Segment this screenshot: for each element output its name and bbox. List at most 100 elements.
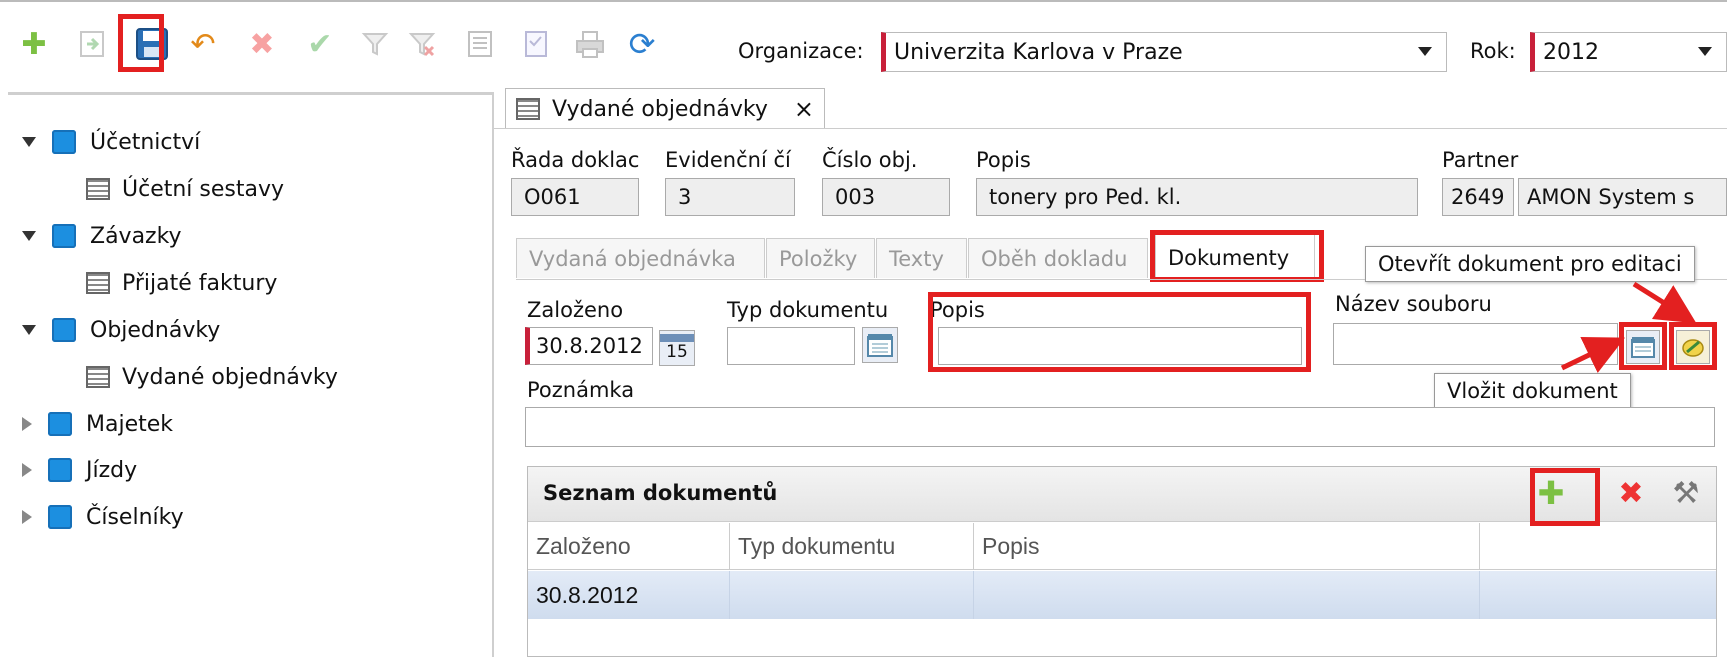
poznamka-label: Poznámka [527,378,635,402]
collapsed-arrow-icon[interactable] [22,510,32,524]
report-icon [86,178,110,200]
calendar-day: 15 [666,342,688,362]
clear-filter-icon[interactable] [402,24,442,64]
navigation-tree: Účetnictví Účetní sestavy Závazky Přijat… [8,92,494,657]
partner-label: Partner [1442,148,1519,172]
cell-popis [974,571,1480,619]
org-label: Organizace: [738,39,864,63]
tree-item-vydane-objednavky[interactable]: Vydané objednávky [86,360,338,394]
add-icon[interactable]: ✚ [14,24,54,64]
chevron-down-icon [1418,47,1432,56]
tree-item-ucetnictvi[interactable]: Účetnictví [22,125,200,159]
delete-document-icon[interactable]: ✖ [1613,475,1649,511]
import-icon[interactable] [72,24,112,64]
tree-item-ucetni-sestavy[interactable]: Účetní sestavy [86,172,284,206]
close-icon[interactable]: × [794,95,814,123]
folder-icon [52,318,76,342]
column-header-popis[interactable]: Popis [974,523,1480,569]
org-value: Univerzita Karlova v Praze [894,39,1183,65]
tree-item-jizdy[interactable]: Jízdy [22,453,137,487]
tree-item-label: Účetní sestavy [122,176,285,202]
tree-item-ciselniky[interactable]: Číselníky [22,500,184,534]
refresh-icon[interactable]: ⟳ [622,24,662,64]
evid-field[interactable]: 3 [665,178,795,216]
save-highlight [118,14,164,72]
folder-icon [48,505,72,529]
tree-item-prijate-faktury[interactable]: Přijaté faktury [86,266,277,300]
nazev-label: Název souboru [1335,292,1492,316]
organization-select[interactable]: Univerzita Karlova v Praze [881,32,1447,72]
tree-item-label: Číselníky [86,504,184,530]
toolbar: ✚ ↶ ✖ ✔ ⟳ Organizace: Univerzita Karlova… [0,0,1727,90]
delete-icon[interactable]: ✖ [242,24,282,64]
expanded-arrow-icon[interactable] [22,325,36,335]
print-icon[interactable] [570,24,610,64]
folder-icon [48,458,72,482]
cell-zalozeno: 30.8.2012 [528,571,730,619]
poznamka-field[interactable] [525,407,1715,447]
evid-label: Evidenční čí [665,148,791,172]
cislo-label: Číslo obj. [822,148,918,172]
tree-item-majetek[interactable]: Majetek [22,407,173,441]
tree-item-label: Majetek [86,411,174,437]
calendar-header [660,334,694,342]
cell-typ [730,571,974,619]
typ-field[interactable] [727,327,855,365]
tree-item-label: Vydané objednávky [122,364,338,390]
confirm-icon[interactable]: ✔ [300,24,340,64]
filter-icon[interactable] [355,24,395,64]
column-header-typ[interactable]: Typ dokumentu [730,523,974,569]
tree-item-label: Účetnictví [90,129,201,155]
year-value: 2012 [1543,39,1599,65]
popis-highlight [928,292,1311,372]
rada-label: Řada doklac [511,148,640,172]
tab-vydane-objednavky[interactable]: Vydané objednávky × [505,88,825,129]
tree-item-label: Přijaté faktury [122,270,278,296]
tree-item-label: Jízdy [86,457,138,483]
popis-label: Popis [976,148,1031,172]
undo-icon[interactable]: ↶ [183,24,223,64]
cislo-field[interactable]: 003 [822,178,950,216]
annotation-arrows [1560,281,1697,374]
year-select[interactable]: 2012 [1530,32,1727,72]
tab-vydana-objednavka[interactable]: Vydaná objednávka [516,238,765,278]
tab-label: Vydané objednávky [552,96,768,122]
dokumenty-highlight [1150,230,1324,282]
folder-icon [52,130,76,154]
list-icon[interactable] [460,24,500,64]
add-highlight [1530,468,1600,526]
tree-item-objednavky[interactable]: Objednávky [22,313,220,347]
partner-name-field[interactable]: AMON System s [1518,178,1727,216]
collapsed-arrow-icon[interactable] [22,417,32,431]
folder-icon [52,224,76,248]
tab-texty[interactable]: Texty [876,238,967,278]
rada-field[interactable]: O061 [511,178,639,216]
typ-label: Typ dokumentu [727,298,889,322]
tree-item-label: Objednávky [90,317,221,343]
zalozeno-label: Založeno [527,298,624,322]
header-divider [528,569,1716,570]
grid-title: Seznam dokumentů [543,481,778,505]
tooltip-open-edit: Otevřít dokument pro editaci [1365,246,1695,282]
chevron-down-icon [1698,47,1712,56]
picker-icon[interactable] [862,327,898,363]
calendar-icon[interactable]: 15 [659,330,695,366]
expanded-arrow-icon[interactable] [22,231,36,241]
report-icon [516,98,540,120]
partner-code-field[interactable]: 2649 [1442,178,1514,216]
zalozeno-field[interactable]: 30.8.2012 [525,327,653,365]
tab-polozky[interactable]: Položky [766,238,875,278]
checklist-icon[interactable] [516,24,556,64]
tab-obeh-dokladu[interactable]: Oběh dokladu [968,238,1148,278]
column-header-zalozeno[interactable]: Založeno [528,523,730,569]
report-icon [86,272,110,294]
collapsed-arrow-icon[interactable] [22,463,32,477]
popis-field[interactable]: tonery pro Ped. kl. [976,178,1418,216]
tab-divider [494,128,1727,129]
tree-item-label: Závazky [90,223,182,249]
tree-item-zavazky[interactable]: Závazky [22,219,182,253]
report-icon [86,366,110,388]
year-label: Rok: [1470,39,1516,63]
settings-tools-icon[interactable]: ⚒ [1668,475,1704,511]
expanded-arrow-icon[interactable] [22,137,36,147]
